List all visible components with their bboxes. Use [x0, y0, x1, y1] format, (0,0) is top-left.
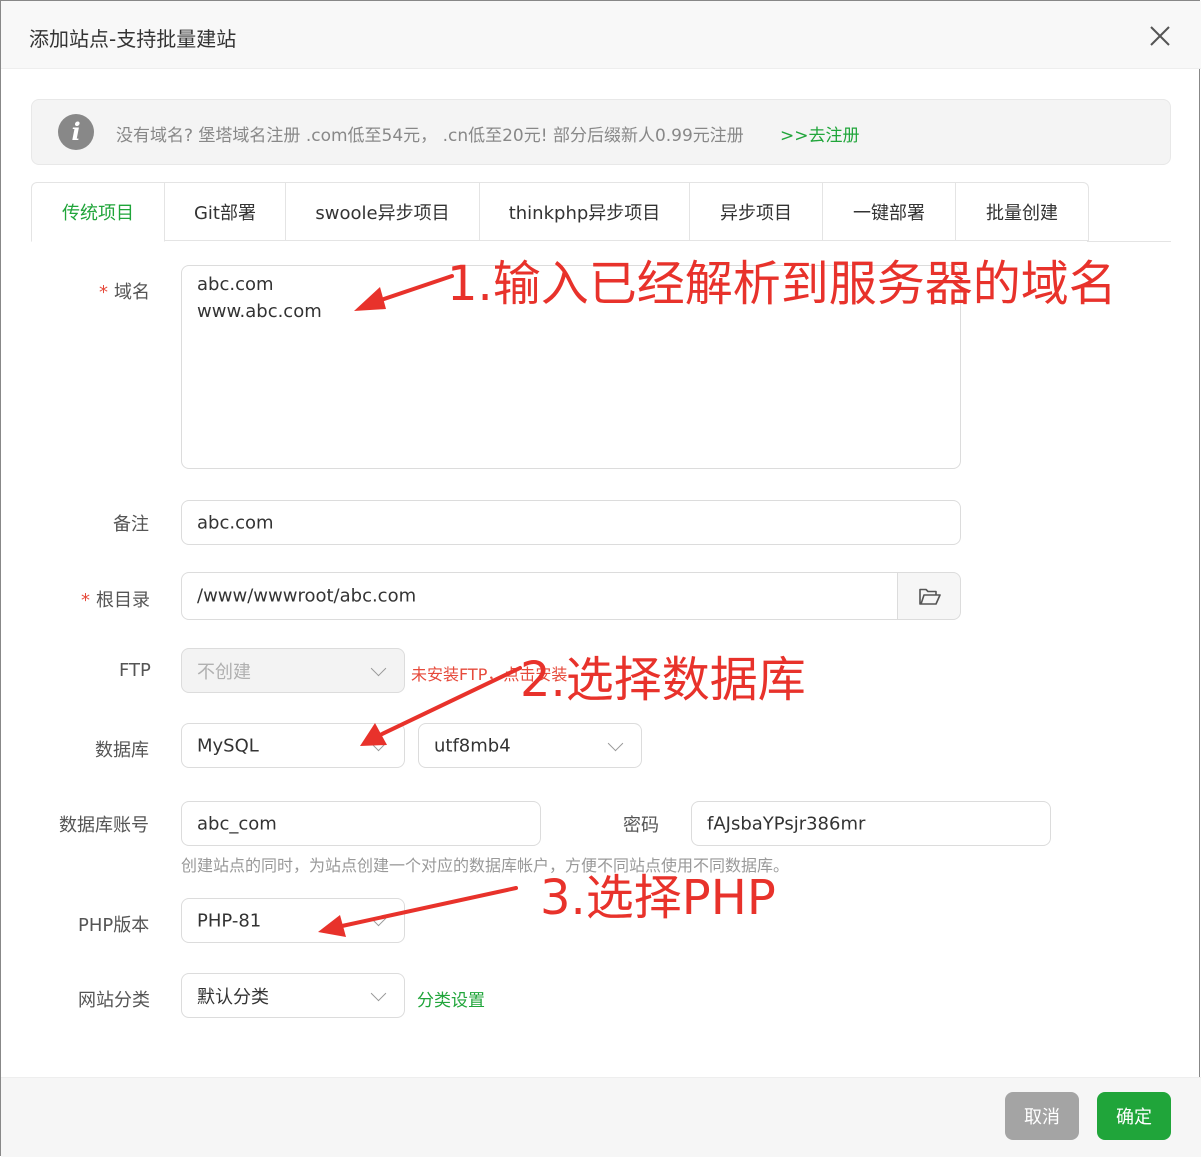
project-tabs: 传统项目 Git部署 swoole异步项目 thinkphp异步项目 异步项目 …: [31, 182, 1089, 242]
dialog-titlebar: 添加站点-支持批量建站: [1, 1, 1201, 69]
domain-line: abc.com: [197, 274, 274, 295]
ftp-label: FTP: [119, 660, 151, 681]
tab-git[interactable]: Git部署: [165, 182, 286, 241]
chevron-down-icon: [370, 660, 387, 676]
folder-icon: [919, 588, 941, 605]
root-input[interactable]: /www/wwwroot/abc.com: [181, 572, 899, 620]
db-account-input[interactable]: abc_com: [181, 801, 541, 846]
chevron-down-icon: [370, 985, 387, 1001]
info-icon: i: [58, 114, 94, 150]
chevron-down-icon: [607, 735, 624, 751]
notice-text: 没有域名? 堡塔域名注册 .com低至54元， .cn低至20元! 部分后缀新人…: [116, 126, 744, 146]
tab-async[interactable]: 异步项目: [690, 182, 823, 241]
php-version-select[interactable]: PHP-81: [181, 898, 405, 943]
chevron-down-icon: [370, 735, 387, 751]
tab-one-click[interactable]: 一键部署: [823, 182, 956, 241]
confirm-button[interactable]: 确定: [1097, 1092, 1171, 1140]
annotation-step3: 3.选择PHP: [540, 870, 776, 926]
tab-traditional[interactable]: 传统项目: [31, 182, 165, 242]
domain-notice: i 没有域名? 堡塔域名注册 .com低至54元， .cn低至20元! 部分后缀…: [31, 99, 1171, 165]
database-type-select[interactable]: MySQL: [181, 723, 405, 768]
ftp-select[interactable]: 不创建: [181, 648, 405, 693]
domain-label: * 域名: [99, 282, 150, 303]
register-link[interactable]: >>去注册: [780, 121, 860, 146]
dialog-title: 添加站点-支持批量建站: [29, 27, 237, 51]
db-password-label: 密码: [623, 815, 659, 836]
db-password-input[interactable]: fAJsbaYPsjr386mr: [691, 801, 1051, 846]
db-account-label: 数据库账号: [59, 815, 149, 836]
add-site-dialog: 添加站点-支持批量建站 i 没有域名? 堡塔域名注册 .com低至54元， .c…: [0, 0, 1201, 1157]
remark-label: 备注: [113, 514, 149, 535]
root-label: * 根目录: [81, 590, 150, 611]
category-select[interactable]: 默认分类: [181, 973, 405, 1018]
remark-input[interactable]: abc.com: [181, 500, 961, 545]
annotation-step1: 1.输入已经解析到服务器的域名: [447, 256, 1117, 312]
close-icon[interactable]: [1147, 23, 1173, 49]
php-label: PHP版本: [78, 915, 150, 936]
domain-line: www.abc.com: [197, 301, 322, 322]
charset-select[interactable]: utf8mb4: [418, 723, 642, 768]
tab-swoole[interactable]: swoole异步项目: [286, 182, 480, 241]
choose-folder-button[interactable]: [897, 572, 961, 620]
tab-thinkphp[interactable]: thinkphp异步项目: [480, 182, 690, 241]
tab-batch[interactable]: 批量创建: [956, 182, 1089, 241]
annotation-step2: 2.选择数据库: [520, 652, 806, 708]
cancel-button[interactable]: 取消: [1005, 1092, 1079, 1140]
tab-divider: [1087, 241, 1171, 242]
category-label: 网站分类: [78, 990, 150, 1011]
database-label: 数据库: [95, 740, 149, 761]
category-settings-link[interactable]: 分类设置: [417, 986, 485, 1011]
chevron-down-icon: [370, 910, 387, 926]
